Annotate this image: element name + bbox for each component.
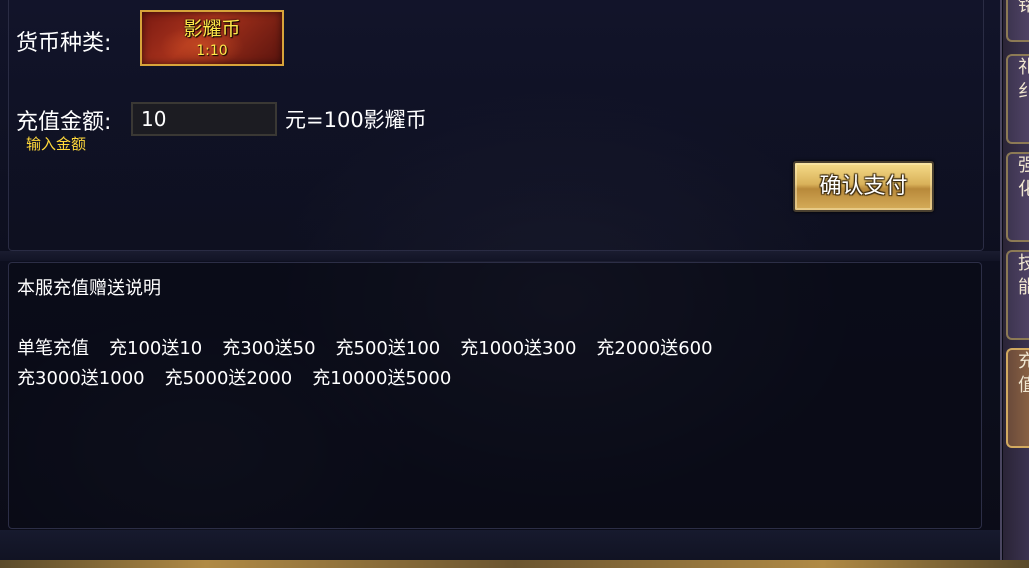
bonus-item: 单笔充值 [17,338,89,359]
amount-label: 充值金额: [16,110,112,135]
bonus-notes-line-2: 充3000送1000 充5000送2000 充10000送5000 [17,364,471,390]
bonus-item: 充100送10 [109,338,203,359]
exchange-rate-text: 元=100影耀币 [285,108,427,132]
side-tab-1[interactable]: 铭 [1006,0,1029,42]
bonus-notes-line-1: 单笔充值 充100送10 充300送50 充500送100 充1000送300 充2000… [17,334,733,360]
bonus-item: 充3000送1000 [17,368,145,389]
bonus-item: 充1000送300 [460,338,577,359]
window-gold-rim [0,560,1029,568]
bonus-item: 充2000送600 [596,338,713,359]
confirm-payment-button[interactable]: 确认支付 [793,161,934,212]
bonus-item: 充5000送2000 [164,368,293,389]
bonus-item: 充300送50 [222,338,316,359]
bonus-item: 充500送100 [335,338,441,359]
side-tab-3[interactable]: 强化 [1006,152,1029,242]
side-tab-4[interactable]: 技能 [1006,250,1029,340]
amount-input[interactable] [131,102,277,136]
currency-option-button[interactable]: 影耀币 1:10 [140,10,284,66]
currency-ratio: 1:10 [196,43,228,59]
currency-type-label: 货币种类: [16,31,112,56]
side-tab-bar: 铭 礼纟 强化 技能 充值 [1003,0,1029,560]
bonus-item: 充10000送5000 [312,368,452,389]
currency-name: 影耀币 [183,18,241,40]
amount-hint: 输入金额 [26,135,87,153]
bonus-notes-panel [8,262,982,529]
side-tab-2[interactable]: 礼纟 [1006,54,1029,144]
bonus-notes-title: 本服充值赠送说明 [17,278,161,299]
panel-divider [0,251,1000,261]
side-tab-recharge[interactable]: 充值 [1006,348,1029,448]
